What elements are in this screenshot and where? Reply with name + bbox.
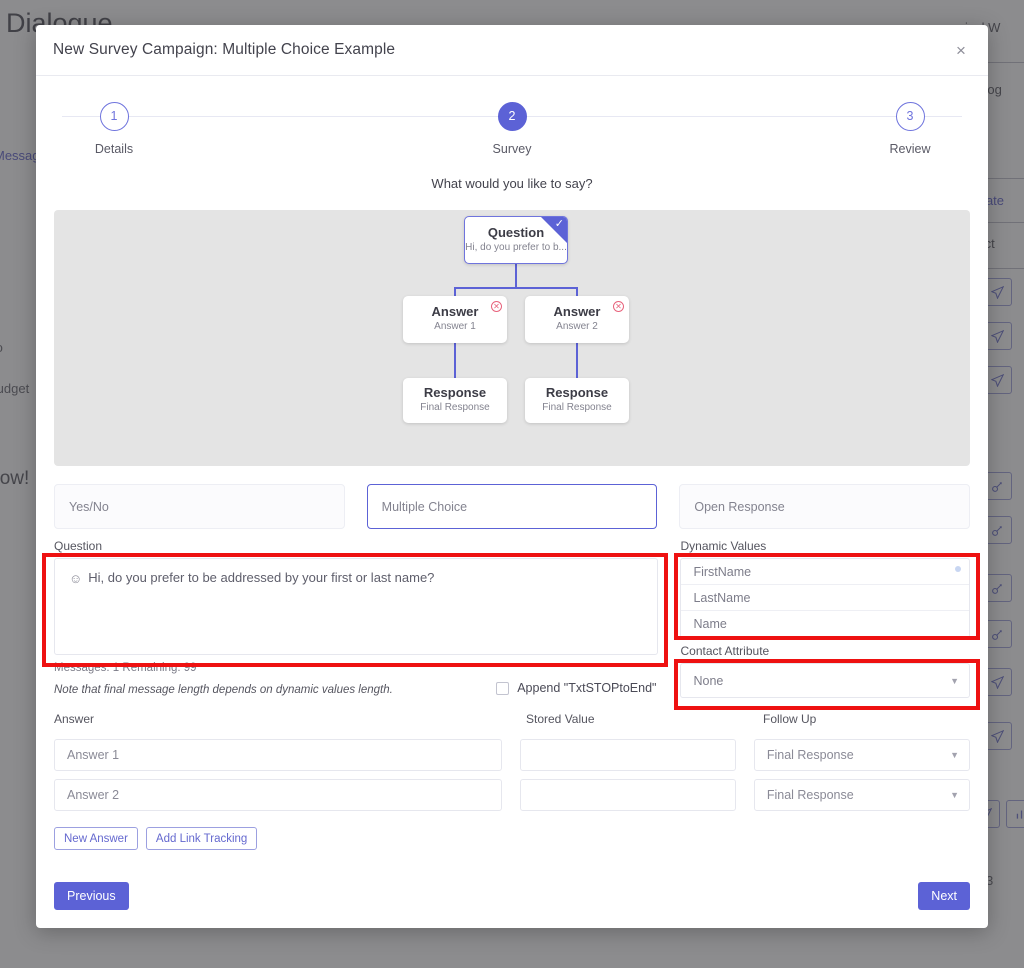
question-column: Question ☺ Hi, do you prefer to be addres…: [54, 539, 659, 698]
dynamic-values-indicator-dot: [955, 566, 961, 572]
answer-column-header: Answer: [54, 712, 95, 726]
chevron-down-icon: ▼: [950, 750, 959, 760]
flow-edge-answer1-response: [454, 343, 456, 379]
answers-header-row: Answer Stored Value Follow Up: [54, 712, 970, 731]
follow-up-1-value: Final Response: [766, 748, 854, 762]
flow-node-response-2-subtitle: Final Response: [542, 402, 612, 413]
tab-multiple-choice[interactable]: Multiple Choice: [366, 484, 658, 529]
add-link-tracking-button[interactable]: Add Link Tracking: [145, 827, 258, 850]
flow-node-answer-1-subtitle: Answer 1: [434, 321, 476, 332]
chevron-down-icon: ▼: [950, 790, 959, 800]
follow-up-column-header: Follow Up: [763, 712, 817, 726]
contact-attribute-value: None: [693, 673, 724, 688]
append-checkbox-label: Append "TxtSTOPtoEnd": [517, 681, 657, 695]
follow-up-2-select[interactable]: Final Response ▼: [753, 779, 970, 811]
dynamic-values-list[interactable]: FirstName LastName Name: [680, 558, 970, 638]
note-and-append-row: Note that final message length depends o…: [54, 674, 658, 696]
answer-row-1: Answer 1 Final Response ▼: [54, 739, 970, 771]
emoji-icon[interactable]: ☺: [69, 571, 82, 586]
delete-answer-1-icon[interactable]: ✕: [491, 301, 502, 312]
step-number-1: 1: [99, 102, 129, 131]
question-text-value: Hi, do you prefer to be addressed by you…: [88, 570, 435, 585]
question-textarea[interactable]: ☺ Hi, do you prefer to be addressed by yo…: [54, 558, 659, 655]
flow-node-answer-2[interactable]: ✕ Answer Answer 2: [525, 296, 629, 343]
dynamic-value-firstname[interactable]: FirstName: [681, 559, 969, 585]
tab-yes-no[interactable]: Yes/No: [54, 484, 345, 529]
step-label-survey: Survey: [492, 142, 532, 156]
dynamic-value-lastname[interactable]: LastName: [681, 585, 969, 611]
flow-node-response-1-subtitle: Final Response: [420, 402, 490, 413]
dialog-body: 1 Details 2 Survey 3 Review What would y…: [36, 76, 988, 928]
chevron-down-icon: ▼: [950, 675, 959, 686]
step-number-2: 2: [497, 102, 527, 131]
flow-edge-answer2-response: [576, 343, 578, 379]
flow-node-response-1[interactable]: Response Final Response: [403, 378, 507, 423]
stored-value-2-input[interactable]: [519, 779, 736, 811]
flow-node-answer-1[interactable]: ✕ Answer Answer 1: [403, 296, 507, 343]
step-details[interactable]: 1 Details: [54, 95, 174, 156]
flow-node-answer-2-subtitle: Answer 2: [556, 321, 598, 332]
dialog-title: New Survey Campaign: Multiple Choice Exa…: [53, 41, 396, 58]
prompt-text: What would you like to say?: [431, 176, 593, 191]
flow-edge-horizontal: [454, 287, 578, 289]
step-review[interactable]: 3 Review: [850, 95, 970, 156]
follow-up-1-select[interactable]: Final Response ▼: [753, 739, 970, 771]
survey-flow-canvas[interactable]: ✓ Question Hi, do you prefer to b... ✕ A…: [54, 210, 970, 466]
flow-edge-question-trunk: [515, 264, 517, 288]
append-checkbox[interactable]: [496, 681, 510, 695]
question-type-tabs: Yes/No Multiple Choice Open Response: [54, 484, 971, 529]
delete-answer-2-icon[interactable]: ✕: [613, 301, 624, 312]
question-label: Question: [54, 539, 103, 553]
append-stop-option[interactable]: Append "TxtSTOPtoEnd": [496, 681, 656, 695]
flow-node-response-2-title: Response: [545, 385, 609, 400]
next-button[interactable]: Next: [918, 882, 970, 910]
answer-action-buttons: New Answer Add Link Tracking: [54, 827, 970, 850]
close-icon[interactable]: ×: [948, 37, 974, 63]
flow-node-question-subtitle: Hi, do you prefer to b...: [465, 242, 567, 253]
tab-open-response[interactable]: Open Response: [679, 484, 971, 529]
flow-node-response-1-title: Response: [423, 385, 487, 400]
check-circle-icon: ✓: [554, 218, 564, 230]
step-label-review: Review: [889, 142, 931, 156]
new-survey-campaign-dialog: New Survey Campaign: Multiple Choice Exa…: [36, 25, 988, 928]
follow-up-2-value: Final Response: [766, 788, 854, 802]
dynamic-values-label: Dynamic Values: [680, 539, 767, 553]
dynamic-value-name[interactable]: Name: [681, 611, 969, 637]
wizard-stepper: 1 Details 2 Survey 3 Review: [48, 95, 976, 173]
dynamic-values-column: Dynamic Values FirstName LastName Name C…: [680, 539, 970, 698]
question-and-dynamic-row: Question ☺ Hi, do you prefer to be addres…: [54, 539, 970, 698]
message-length-note: Note that final message length depends o…: [54, 684, 393, 696]
answer-2-input[interactable]: Answer 2: [54, 779, 502, 811]
flow-node-response-2[interactable]: Response Final Response: [525, 378, 629, 423]
contact-attribute-label: Contact Attribute: [680, 644, 770, 658]
step-number-3: 3: [895, 102, 925, 131]
flow-node-question[interactable]: ✓ Question Hi, do you prefer to b...: [464, 216, 568, 264]
stored-value-1-input[interactable]: [519, 739, 736, 771]
previous-button[interactable]: Previous: [54, 882, 129, 910]
answer-1-input[interactable]: Answer 1: [54, 739, 502, 771]
answers-section: Answer Stored Value Follow Up Answer 1 F…: [54, 712, 970, 811]
dialog-header: New Survey Campaign: Multiple Choice Exa…: [36, 25, 988, 76]
stored-value-column-header: Stored Value: [526, 712, 595, 726]
dialog-footer: Previous Next: [48, 864, 976, 928]
step-survey[interactable]: 2 Survey: [452, 95, 572, 156]
new-answer-button[interactable]: New Answer: [54, 827, 138, 850]
step-label-details: Details: [94, 142, 134, 156]
answer-row-2: Answer 2 Final Response ▼: [54, 779, 970, 811]
message-counter: Messages: 1 Remaining: 99: [54, 662, 197, 674]
contact-attribute-select[interactable]: None ▼: [680, 663, 970, 698]
